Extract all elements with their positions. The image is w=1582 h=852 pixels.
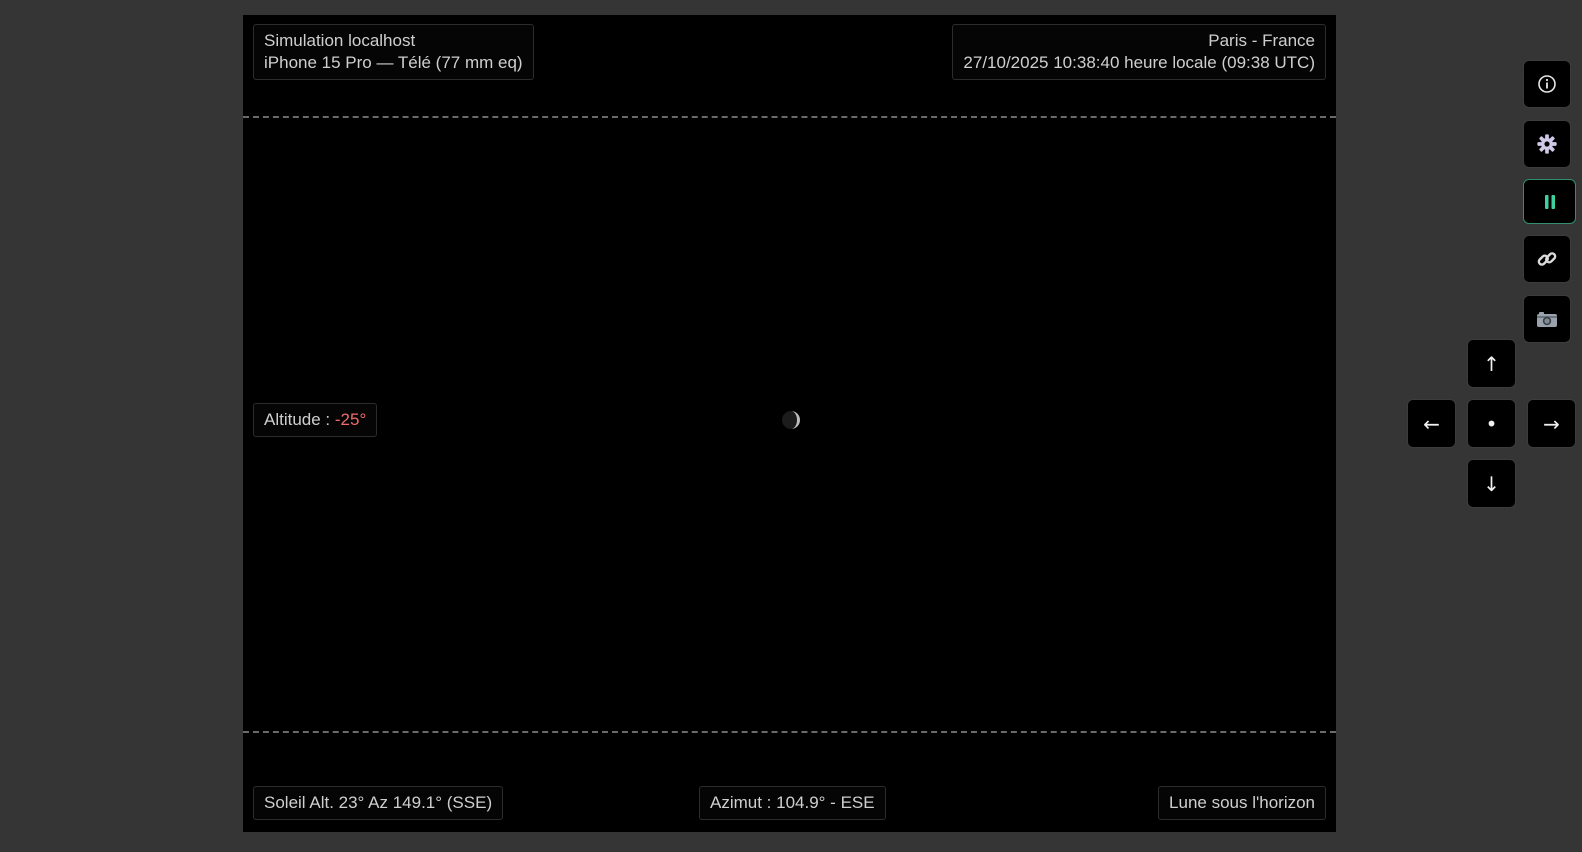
share-link-button[interactable] — [1523, 235, 1571, 283]
moon-icon — [782, 411, 800, 429]
altitude-label: Altitude : — [264, 410, 335, 429]
sun-position-label: Soleil Alt. 23° Az 149.1° (SSE) — [264, 793, 493, 812]
altitude-panel: Altitude : -25° — [253, 403, 378, 437]
moon-status-label: Lune sous l'horizon — [1169, 793, 1315, 812]
sun-position-panel: Soleil Alt. 23° Az 149.1° (SSE) — [253, 786, 504, 820]
settings-button[interactable] — [1523, 120, 1571, 168]
screenshot-button[interactable] — [1523, 295, 1571, 343]
altitude-value: -25° — [334, 410, 367, 429]
pause-button[interactable] — [1523, 179, 1576, 224]
recenter-button[interactable]: • — [1467, 399, 1516, 448]
lower-frame-limit — [243, 731, 1336, 733]
device-info-panel: Simulation localhost iPhone 15 Pro — Tél… — [253, 24, 534, 80]
pause-icon — [1544, 194, 1555, 209]
location-label: Paris - France — [1208, 31, 1315, 50]
source-label: Simulation localhost — [264, 31, 416, 50]
upper-frame-limit — [243, 116, 1336, 118]
info-button[interactable] — [1523, 60, 1571, 108]
device-label: iPhone 15 Pro — Télé (77 mm eq) — [264, 53, 523, 72]
gear-icon — [1537, 134, 1557, 154]
pan-up-button[interactable]: ↑ — [1467, 339, 1516, 388]
moon-status-panel: Lune sous l'horizon — [1158, 786, 1326, 820]
pan-right-button[interactable]: → — [1527, 399, 1576, 448]
location-time-panel: Paris - France 27/10/2025 10:38:40 heure… — [952, 24, 1326, 80]
azimuth-label: Azimut : 104.9° - ESE — [710, 793, 875, 812]
datetime-label: 27/10/2025 10:38:40 heure locale (09:38 … — [963, 53, 1315, 72]
link-icon — [1537, 252, 1557, 266]
pan-left-button[interactable]: ← — [1407, 399, 1456, 448]
pan-down-button[interactable]: ↓ — [1467, 459, 1516, 508]
info-icon — [1538, 75, 1556, 93]
camera-icon — [1537, 312, 1557, 327]
sky-viewport[interactable]: Simulation localhost iPhone 15 Pro — Tél… — [243, 15, 1336, 832]
azimuth-panel: Azimut : 104.9° - ESE — [699, 786, 886, 820]
